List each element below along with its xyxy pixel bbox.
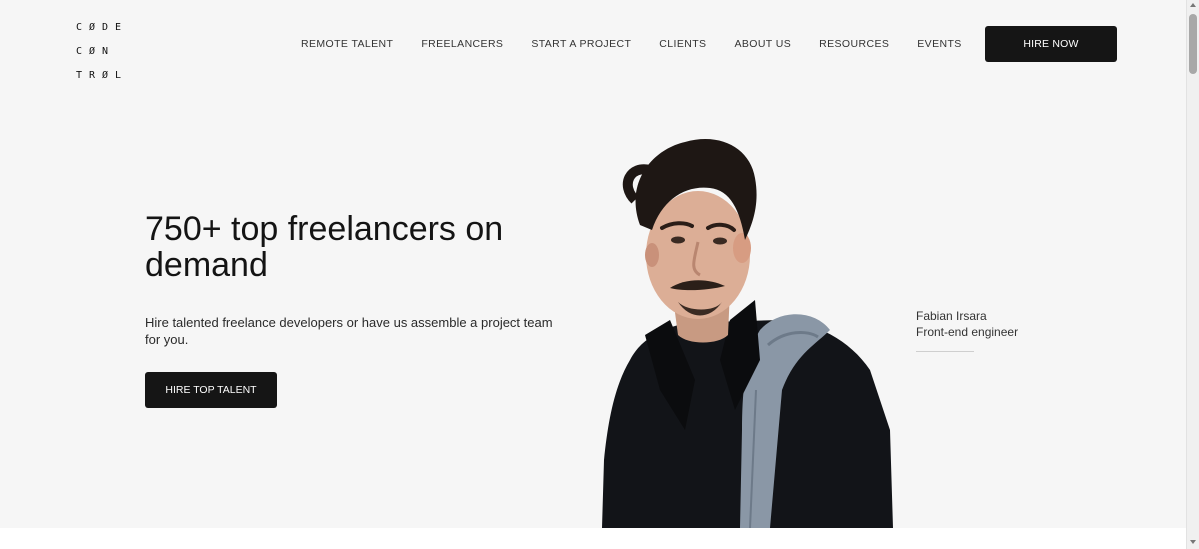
hire-now-button[interactable]: HIRE NOW	[985, 26, 1117, 62]
scroll-up-arrow-icon[interactable]	[1190, 3, 1196, 7]
scroll-down-arrow-icon[interactable]	[1190, 540, 1196, 544]
logo-line-3: TRØL	[76, 70, 129, 81]
featured-name: Fabian Irsara	[916, 309, 987, 323]
page-scrollbar[interactable]	[1186, 0, 1199, 549]
featured-role: Front-end engineer	[916, 325, 1019, 339]
nav-start-a-project[interactable]: START A PROJECT	[531, 38, 631, 50]
caption-divider	[916, 351, 974, 352]
nav-freelancers[interactable]: FREELANCERS	[421, 38, 503, 50]
hero-headline: 750+ top freelancers on demand	[145, 210, 504, 284]
scrollbar-thumb[interactable]	[1189, 14, 1197, 74]
hero-section: CØDE CØN TRØL REMOTE TALENT FREELANCERS …	[0, 0, 1186, 528]
logo-line-1: CØDE	[76, 22, 129, 33]
logo-line-2: CØN	[76, 46, 116, 57]
freelancer-portrait-image	[602, 139, 893, 528]
hire-top-talent-button[interactable]: HIRE TOP TALENT	[145, 372, 277, 408]
nav-clients[interactable]: CLIENTS	[659, 38, 706, 50]
main-nav: REMOTE TALENT FREELANCERS START A PROJEC…	[301, 38, 990, 50]
nav-resources[interactable]: RESOURCES	[819, 38, 889, 50]
hero-subtext: Hire talented freelance developers or ha…	[145, 315, 553, 347]
nav-about-us[interactable]: ABOUT US	[734, 38, 791, 50]
nav-remote-talent[interactable]: REMOTE TALENT	[301, 38, 393, 50]
featured-freelancer-caption: Fabian Irsara Front-end engineer	[916, 308, 1018, 340]
nav-events[interactable]: EVENTS	[917, 38, 961, 50]
code-control-logo[interactable]: CØDE CØN TRØL	[76, 16, 128, 88]
